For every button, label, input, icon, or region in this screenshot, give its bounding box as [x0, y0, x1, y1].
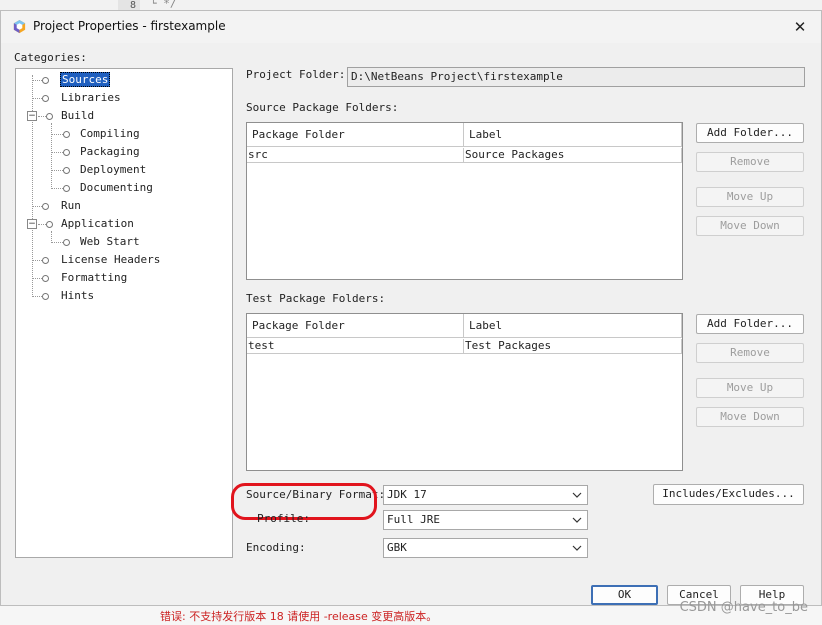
tree-node-icon: [63, 131, 70, 138]
includes-excludes-button[interactable]: Includes/Excludes...: [653, 484, 804, 505]
category-run[interactable]: Run: [61, 198, 81, 214]
chevron-down-icon: [572, 517, 582, 523]
column-header-package-folder[interactable]: Package Folder: [247, 123, 464, 147]
table-cell[interactable]: Source Packages: [464, 148, 682, 163]
test-remove-button[interactable]: Remove: [696, 343, 804, 363]
title-bar: Project Properties - firstexample ✕: [1, 11, 821, 43]
category-compiling[interactable]: Compiling: [80, 126, 140, 142]
table-cell[interactable]: src: [247, 148, 464, 163]
dialog-title: Project Properties - firstexample: [33, 19, 226, 33]
category-documenting[interactable]: Documenting: [80, 180, 153, 196]
profile-label: Profile:: [257, 512, 310, 525]
tree-node-icon: [42, 293, 49, 300]
column-header-label[interactable]: Label: [464, 314, 682, 338]
category-deployment[interactable]: Deployment: [80, 162, 146, 178]
test-move-down-button[interactable]: Move Down: [696, 407, 804, 427]
encoding-label: Encoding:: [246, 541, 306, 554]
tree-node-icon: [63, 167, 70, 174]
ok-button[interactable]: OK: [591, 585, 658, 605]
tree-connector: [51, 123, 52, 189]
source-remove-button[interactable]: Remove: [696, 152, 804, 172]
collapse-application-icon[interactable]: −: [27, 219, 37, 229]
tree-node-icon: [46, 221, 53, 228]
source-binary-format-select[interactable]: JDK 17: [383, 485, 588, 505]
category-build[interactable]: Build: [61, 108, 94, 124]
source-package-folders-label: Source Package Folders:: [246, 101, 399, 114]
column-header-label[interactable]: Label: [464, 123, 682, 147]
test-add-folder-button[interactable]: Add Folder...: [696, 314, 804, 334]
project-properties-dialog: Project Properties - firstexample ✕ Cate…: [0, 10, 822, 606]
test-package-folders-label: Test Package Folders:: [246, 292, 386, 305]
encoding-select[interactable]: GBK: [383, 538, 588, 558]
source-add-folder-button[interactable]: Add Folder...: [696, 123, 804, 143]
category-web-start[interactable]: Web Start: [80, 234, 140, 250]
chevron-down-icon: [572, 492, 582, 498]
category-formatting[interactable]: Formatting: [61, 270, 127, 286]
categories-tree[interactable]: − − Sources Libraries Build Compiling Pa…: [15, 68, 233, 558]
tree-node-icon: [42, 203, 49, 210]
table-cell[interactable]: test: [247, 339, 464, 354]
tree-node-icon: [42, 95, 49, 102]
tree-connector: [32, 75, 33, 297]
source-move-down-button[interactable]: Move Down: [696, 216, 804, 236]
category-sources[interactable]: Sources: [60, 72, 111, 88]
chevron-down-icon: [572, 545, 582, 551]
netbeans-logo-icon: [13, 19, 26, 34]
tree-node-icon: [63, 239, 70, 246]
tree-node-icon: [42, 257, 49, 264]
profile-value: Full JRE: [387, 513, 440, 526]
code-text: └ */: [150, 0, 177, 10]
category-libraries[interactable]: Libraries: [61, 90, 121, 106]
tree-node-icon: [63, 149, 70, 156]
category-hints[interactable]: Hints: [61, 288, 94, 304]
source-binary-format-value: JDK 17: [387, 488, 427, 501]
categories-label: Categories:: [14, 51, 87, 64]
category-application[interactable]: Application: [61, 216, 134, 232]
tree-node-icon: [42, 275, 49, 282]
encoding-value: GBK: [387, 541, 407, 554]
error-text: 错误: 不支持发行版本 18 请使用 -release 变更高版本。: [160, 610, 438, 623]
collapse-build-icon[interactable]: −: [27, 111, 37, 121]
project-folder-label: Project Folder:: [246, 68, 346, 81]
project-folder-field: D:\NetBeans Project\firstexample: [347, 67, 805, 87]
table-cell[interactable]: Test Packages: [464, 339, 682, 354]
tree-node-icon: [46, 113, 53, 120]
test-move-up-button[interactable]: Move Up: [696, 378, 804, 398]
tree-node-icon: [63, 185, 70, 192]
category-packaging[interactable]: Packaging: [80, 144, 140, 160]
watermark: CSDN @have_to_be: [679, 600, 808, 615]
tree-node-icon: [42, 77, 49, 84]
column-header-package-folder[interactable]: Package Folder: [247, 314, 464, 338]
close-button[interactable]: ✕: [785, 14, 815, 40]
profile-select[interactable]: Full JRE: [383, 510, 588, 530]
source-move-up-button[interactable]: Move Up: [696, 187, 804, 207]
test-packages-table[interactable]: Package Folder Label test Test Packages: [246, 313, 683, 471]
source-packages-table[interactable]: Package Folder Label src Source Packages: [246, 122, 683, 280]
category-license-headers[interactable]: License Headers: [61, 252, 160, 268]
